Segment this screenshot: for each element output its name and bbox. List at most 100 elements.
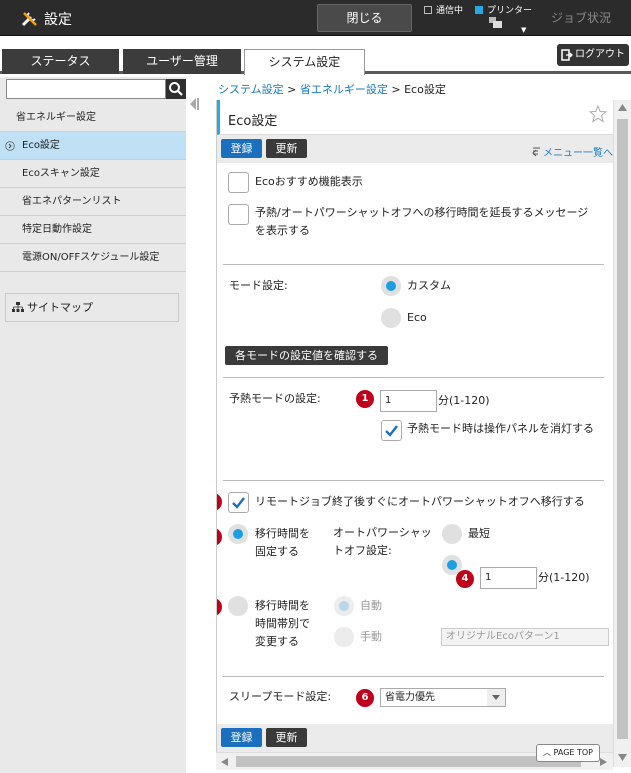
sidebar-item-power-schedule[interactable]: 電源ON/OFFスケジュール設定 xyxy=(0,244,186,272)
mode-label: モード設定: xyxy=(229,279,288,292)
check-mode-settings-button[interactable]: 各モードの設定値を確認する xyxy=(225,346,388,365)
sidebar-item-label: 電源ON/OFFスケジュール設定 xyxy=(22,252,160,263)
horizontal-scroll-thumb[interactable] xyxy=(236,756,581,767)
sidebar: 省エネルギー設定 Eco設定 Ecoスキャン設定 省エネパターンリスト 特定日動… xyxy=(0,77,186,773)
vertical-scrollbar[interactable] xyxy=(613,100,631,767)
by-time-label: 移行時間を時間帯別で変更する xyxy=(255,599,310,648)
tab-status[interactable]: ステータス xyxy=(2,49,119,74)
remote-job-label: リモートジョブ終了後すぐにオートパワーシャットオフへ移行する xyxy=(255,495,585,508)
close-button[interactable]: 閉じる xyxy=(317,4,412,32)
mode-eco-radio[interactable] xyxy=(381,308,401,328)
page-top-button[interactable]: ︿ PAGE TOP xyxy=(536,744,600,762)
scroll-down-icon[interactable] xyxy=(618,754,627,761)
aps-unit: 分(1-120) xyxy=(538,571,590,584)
sidebar-item-label: 省エネルギー設定 xyxy=(16,112,96,123)
scroll-left-icon[interactable] xyxy=(221,758,228,766)
star-icon[interactable] xyxy=(589,105,607,123)
extend-message-checkbox[interactable] xyxy=(228,204,249,225)
shortest-label: 最短 xyxy=(468,527,490,540)
breadcrumb-energy-saving[interactable]: 省エネルギー設定 xyxy=(300,83,388,96)
tab-system-settings[interactable]: システム設定 xyxy=(244,49,365,75)
tools-icon xyxy=(21,12,37,27)
mode-eco-label: Eco xyxy=(407,311,427,324)
register-button-bottom[interactable]: 登録 xyxy=(221,728,262,747)
step-badge-4: 4 xyxy=(456,570,474,588)
sidebar-item-label: Ecoスキャン設定 xyxy=(22,168,100,179)
top-bar: 設定 閉じる 通信中 プリンター ▼ ジョブ状況 xyxy=(0,0,631,36)
search-box xyxy=(6,79,186,99)
sitemap-label: サイトマップ xyxy=(27,301,93,314)
sidebar-item-energy-pattern-list[interactable]: 省エネパターンリスト xyxy=(0,188,186,216)
divider xyxy=(223,480,604,481)
divider xyxy=(223,377,604,378)
chevron-down-icon xyxy=(487,689,505,706)
sidebar-item-energy-saving[interactable]: 省エネルギー設定 xyxy=(0,104,186,132)
scroll-right-icon[interactable] xyxy=(600,758,607,766)
sidebar-item-eco[interactable]: Eco設定 xyxy=(0,132,186,160)
sitemap-button[interactable]: サイトマップ xyxy=(5,293,179,322)
search-icon xyxy=(169,82,183,96)
manual-radio[interactable] xyxy=(334,627,354,647)
breadcrumb: システム設定 > 省エネルギー設定 > Eco設定 xyxy=(218,81,446,97)
chevron-down-icon[interactable]: ▼ xyxy=(521,26,526,34)
preheat-label: 予熱モードの設定: xyxy=(229,392,321,405)
shortest-radio[interactable] xyxy=(442,524,462,544)
printer-indicator xyxy=(475,5,484,14)
panel-header: Eco設定 xyxy=(217,100,613,135)
menu-list-icon xyxy=(532,147,540,156)
preheat-panel-off-checkbox[interactable] xyxy=(381,420,402,441)
manual-label: 手動 xyxy=(360,630,382,643)
sidebar-item-specific-day[interactable]: 特定日動作設定 xyxy=(0,216,186,244)
step-badge-6: 6 xyxy=(356,689,374,707)
sleep-mode-select[interactable]: 省電力優先 xyxy=(380,688,506,707)
by-time-radio[interactable] xyxy=(228,596,248,616)
breadcrumb-separator: > xyxy=(287,83,297,96)
page-title: Eco設定 xyxy=(228,114,278,129)
sidebar-item-label: 特定日動作設定 xyxy=(22,224,92,235)
logout-button[interactable]: ログアウト xyxy=(557,44,629,66)
page-top-label: PAGE TOP xyxy=(553,748,593,757)
eco-recommend-checkbox[interactable] xyxy=(228,172,249,193)
tab-bar: ステータス ユーザー管理 システム設定 ログアウト xyxy=(0,36,631,75)
preheat-minutes-input[interactable]: 1 xyxy=(380,390,437,412)
preheat-panel-off-label: 予熱モード時は操作パネルを消灯する xyxy=(407,422,594,435)
divider xyxy=(223,264,604,265)
refresh-button-bottom[interactable]: 更新 xyxy=(266,728,307,747)
aps-minutes-input[interactable]: 1 xyxy=(480,567,537,589)
comm-indicator xyxy=(424,5,432,14)
mode-custom-label: カスタム xyxy=(407,279,451,292)
sidebar-item-eco-scan[interactable]: Ecoスキャン設定 xyxy=(0,160,186,188)
eco-recommend-label: Ecoおすすめ機能表示 xyxy=(255,175,363,188)
content-panel: Eco設定 登録 更新 メニュー一覧へ Ecoおすすめ機能表示 予熱/オートパワ… xyxy=(216,100,613,767)
status-comm: 通信中 プリンター xyxy=(424,3,532,16)
search-input[interactable] xyxy=(6,79,166,99)
breadcrumb-current: Eco設定 xyxy=(404,83,446,96)
breadcrumb-system-settings[interactable]: システム設定 xyxy=(218,83,284,96)
printer-icon[interactable] xyxy=(489,17,503,29)
vertical-scroll-thumb[interactable] xyxy=(617,119,628,739)
status-area: 通信中 プリンター xyxy=(424,3,532,16)
mode-custom-radio[interactable] xyxy=(381,276,401,296)
tab-user-management[interactable]: ユーザー管理 xyxy=(123,49,241,74)
auto-label: 自動 xyxy=(360,599,382,612)
checkmark-icon xyxy=(232,497,245,509)
eco-pattern-field[interactable]: オリジナルEcoパターン1 xyxy=(441,628,609,646)
refresh-button[interactable]: 更新 xyxy=(266,139,307,158)
register-button[interactable]: 登録 xyxy=(221,139,262,158)
fixed-time-label: 移行時間を固定する xyxy=(255,527,310,558)
menu-list-link[interactable]: メニュー一覧へ xyxy=(532,144,613,159)
collapse-sidebar-icon[interactable] xyxy=(186,92,202,116)
extend-message-label: 予熱/オートパワーシャットオフへの移行時間を延長するメッセージを表示する xyxy=(255,206,589,237)
status-printer-label: プリンター xyxy=(487,6,533,16)
fixed-time-radio[interactable] xyxy=(228,524,248,544)
job-status-button: ジョブ状況 xyxy=(550,11,611,25)
remote-job-checkbox[interactable] xyxy=(228,492,249,513)
aps-setting-label: オートパワーシャットオフ設定: xyxy=(333,526,432,557)
auto-radio[interactable] xyxy=(334,596,354,616)
logout-label: ログアウト xyxy=(575,49,625,60)
sidebar-item-label: 省エネパターンリスト xyxy=(22,196,122,207)
search-button[interactable] xyxy=(166,79,186,99)
status-comm-label: 通信中 xyxy=(436,6,464,16)
scroll-up-icon[interactable] xyxy=(618,104,627,111)
app-title-text: 設定 xyxy=(44,12,72,28)
